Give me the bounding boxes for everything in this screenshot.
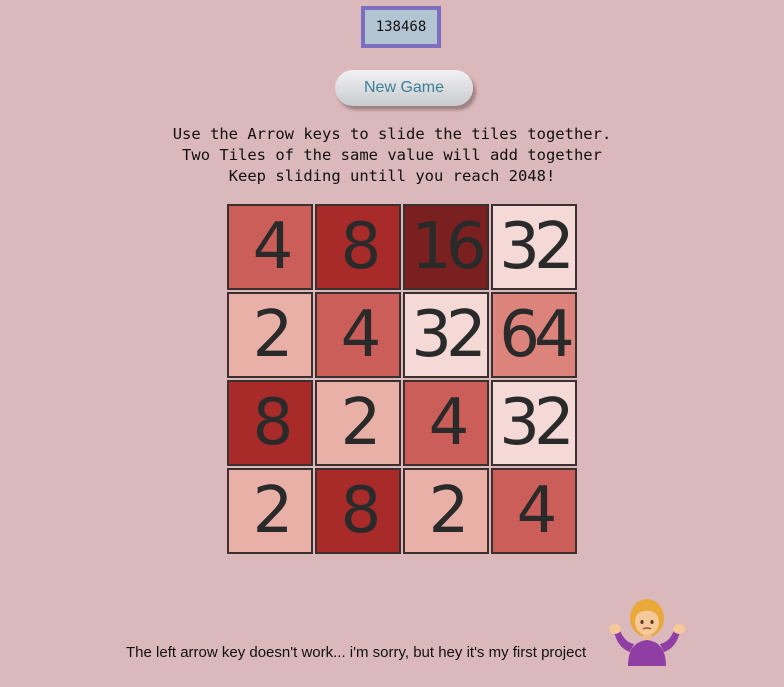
new-game-button[interactable]: New Game xyxy=(335,70,473,106)
score-value: 138468 xyxy=(375,19,427,35)
instruction-line-2: Two Tiles of the same value will add tog… xyxy=(182,146,602,164)
tile-8: 8 xyxy=(315,468,401,554)
tile-4: 4 xyxy=(227,204,313,290)
tile-4: 4 xyxy=(403,380,489,466)
instruction-line-3: Keep sliding untill you reach 2048! xyxy=(228,167,556,185)
tile-16: 16 xyxy=(403,204,489,290)
tile-4: 4 xyxy=(491,468,577,554)
tile-8: 8 xyxy=(315,204,401,290)
tile-64: 64 xyxy=(491,292,577,378)
person-shrugging-icon xyxy=(609,599,685,666)
tile-2: 2 xyxy=(227,468,313,554)
score-display: 138468 xyxy=(361,6,441,48)
instruction-line-1: Use the Arrow keys to slide the tiles to… xyxy=(172,125,612,143)
tile-4: 4 xyxy=(315,292,401,378)
tile-32: 32 xyxy=(491,380,577,466)
tile-8: 8 xyxy=(227,380,313,466)
tile-2: 2 xyxy=(403,468,489,554)
instructions: Use the Arrow keys to slide the tiles to… xyxy=(0,124,784,187)
tile-32: 32 xyxy=(403,292,489,378)
apology-text: The left arrow key doesn't work... i'm s… xyxy=(126,644,587,661)
tile-2: 2 xyxy=(227,292,313,378)
tile-32: 32 xyxy=(491,204,577,290)
game-board[interactable]: 4 8 16 32 2 4 32 64 8 2 4 32 2 8 2 4 xyxy=(227,204,577,554)
tile-2: 2 xyxy=(315,380,401,466)
